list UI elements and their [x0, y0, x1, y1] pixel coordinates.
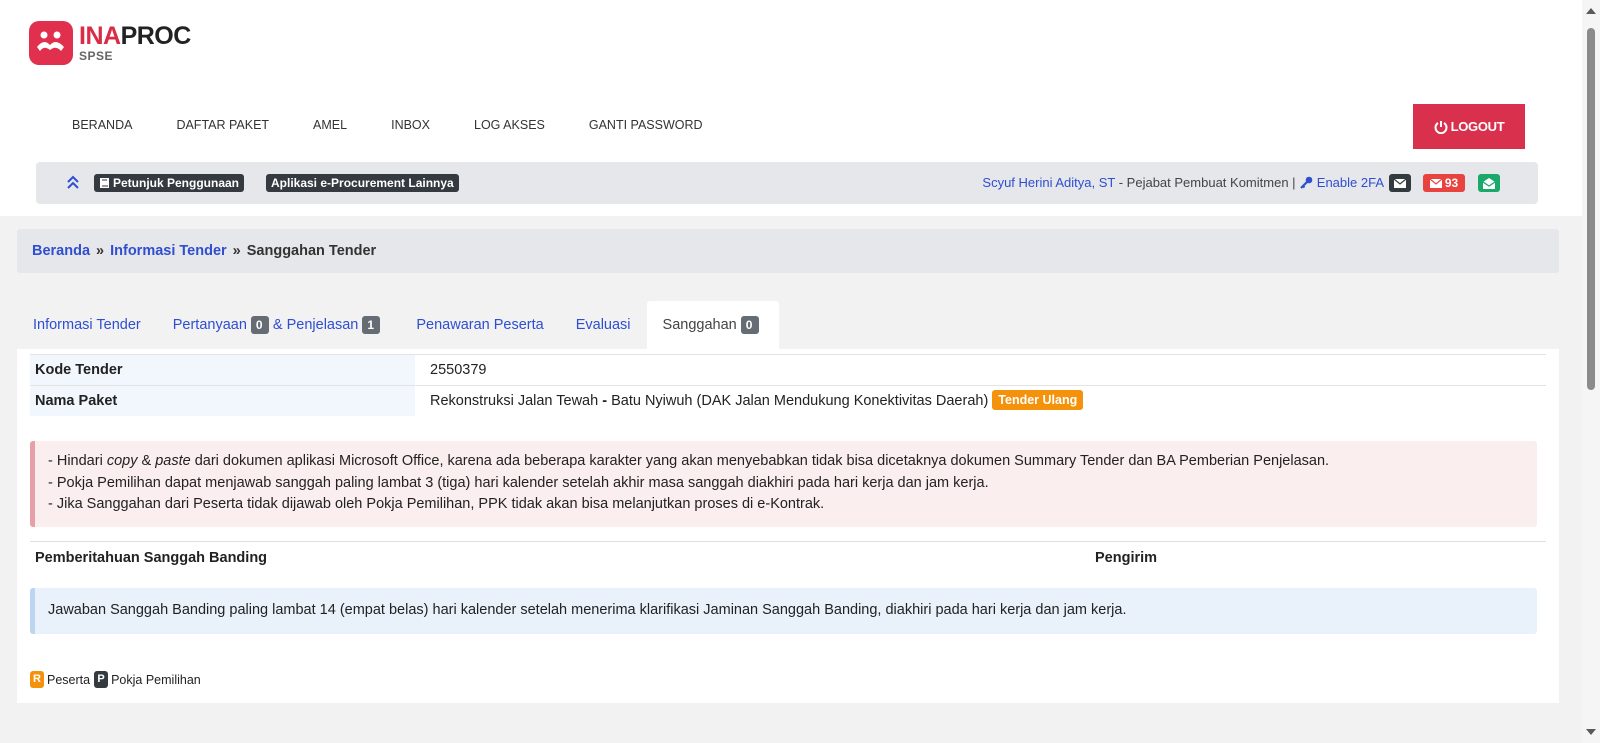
- notice-l1-b: &: [137, 453, 156, 469]
- inbox-count: 93: [1444, 176, 1459, 190]
- enable-2fa-link[interactable]: Enable 2FA: [1299, 175, 1384, 190]
- page-scrollbar[interactable]: [1582, 0, 1600, 743]
- nav-beranda[interactable]: BERANDA: [72, 118, 132, 132]
- logo-mark-icon: [29, 20, 73, 65]
- notice-line-2: - Pokja Pemilihan dapat menjawab sanggah…: [48, 475, 989, 491]
- content-panel: Kode Tender 2550379 Nama Paket Rekonstru…: [17, 349, 1559, 703]
- scroll-down-arrow-icon[interactable]: [1586, 729, 1596, 735]
- logo-ina-text: INA: [79, 21, 121, 50]
- notice-line-3: - Jika Sanggahan dari Peserta tidak dija…: [48, 496, 825, 512]
- notice-l1-copy: copy: [106, 453, 138, 469]
- tab-bar: Informasi Tender Pertanyaan 0 & Penjelasan…: [17, 301, 779, 349]
- breadcrumb-separator: »: [232, 243, 241, 259]
- scroll-up-arrow-icon[interactable]: [1586, 8, 1596, 14]
- tab-sanggahan-label: Sanggahan: [662, 317, 737, 333]
- inbox-count-button[interactable]: 93: [1423, 174, 1465, 192]
- logo-proc-text: PROC: [120, 21, 192, 50]
- legend-r-badge: R: [30, 671, 44, 688]
- tab-penawaran-label: Penawaran Peserta: [416, 317, 544, 333]
- notice-l1-paste: paste: [155, 453, 191, 469]
- tab-informasi-tender[interactable]: Informasi Tender: [17, 301, 157, 349]
- envelope-open-icon: [1483, 177, 1495, 189]
- nav-inbox[interactable]: INBOX: [391, 118, 430, 132]
- col-header-pemberitahuan: Pemberitahuan Sanggah Banding: [35, 550, 268, 566]
- main-nav: BERANDA DAFTAR PAKET AMEL INBOX LOG AKSE…: [50, 118, 725, 132]
- legend-p-badge: P: [94, 671, 109, 688]
- logout-button[interactable]: LOGOUT: [1413, 104, 1525, 149]
- logo-sub-text: SPSE: [79, 48, 114, 63]
- tab-evaluasi-label: Evaluasi: [575, 317, 631, 333]
- pertanyaan-count-badge: 0: [250, 316, 269, 334]
- other-apps-button[interactable]: Aplikasi e-Procurement Lainnya: [266, 174, 459, 192]
- tab-sanggahan[interactable]: Sanggahan 0: [646, 301, 779, 349]
- nama-paket-b: Batu Nyiwuh (DAK Jalan Mendukung Konekti…: [607, 393, 989, 409]
- col-header-pengirim: Pengirim: [1095, 550, 1158, 566]
- banding-info-text: Jawaban Sanggah Banding paling lambat 14…: [48, 602, 1127, 618]
- info-row-nama: Nama Paket Rekonstruksi Jalan Tewah - Ba…: [30, 385, 1546, 416]
- key-icon: [1300, 176, 1313, 189]
- tab-penawaran-peserta[interactable]: Penawaran Peserta: [400, 301, 559, 349]
- message-button[interactable]: [1389, 174, 1411, 192]
- sanggahan-count-badge: 0: [740, 316, 759, 334]
- logout-label: LOGOUT: [1450, 119, 1505, 134]
- notice-l1-c: dari dokumen aplikasi Microsoft Office, …: [190, 453, 1330, 469]
- power-icon: [1434, 120, 1448, 134]
- table-divider: [30, 541, 1546, 542]
- legend-p-label: Pokja Pemilihan: [111, 672, 201, 687]
- warning-notice: - Hindari copy & paste dari dokumen apli…: [30, 441, 1537, 527]
- legend: R Peserta P Pokja Pemilihan: [30, 671, 201, 688]
- guide-button[interactable]: Petunjuk Penggunaan: [94, 174, 245, 192]
- envelope-icon: [1394, 178, 1406, 188]
- chevron-double-up-icon[interactable]: [66, 174, 80, 190]
- breadcrumb-beranda[interactable]: Beranda: [32, 243, 90, 259]
- nav-ganti-password[interactable]: GANTI PASSWORD: [589, 118, 703, 132]
- tab-informasi-label: Informasi Tender: [33, 317, 141, 333]
- enable-2fa-label: Enable 2FA: [1316, 175, 1384, 190]
- open-mail-button[interactable]: [1478, 174, 1500, 192]
- tab-evaluasi[interactable]: Evaluasi: [560, 301, 647, 349]
- nama-paket-a: Rekonstruksi Jalan Tewah: [430, 393, 603, 409]
- notice-line-1: - Hindari copy & paste dari dokumen apli…: [48, 453, 1329, 469]
- nav-daftar-paket[interactable]: DAFTAR PAKET: [176, 118, 269, 132]
- nav-amel[interactable]: AMEL: [313, 118, 347, 132]
- book-icon: [100, 178, 109, 188]
- inaproc-logo[interactable]: INAPROC SPSE: [29, 20, 191, 65]
- user-name-link[interactable]: Scyuf Herini Aditya, ST: [982, 175, 1115, 190]
- nama-paket-label: Nama Paket: [30, 386, 415, 416]
- breadcrumb-informasi-tender[interactable]: Informasi Tender: [110, 243, 227, 259]
- penjelasan-count-badge: 1: [362, 316, 381, 334]
- user-role: - Pejabat Pembuat Komitmen |: [1115, 175, 1300, 190]
- notice-l1-a: - Hindari: [48, 453, 107, 469]
- other-apps-label: Aplikasi e-Procurement Lainnya: [271, 176, 454, 190]
- nama-paket-value: Rekonstruksi Jalan Tewah - Batu Nyiwuh (…: [430, 386, 1084, 416]
- user-area: Scyuf Herini Aditya, ST - Pejabat Pembua…: [982, 174, 1384, 192]
- scroll-thumb[interactable]: [1587, 28, 1595, 390]
- guide-label: Petunjuk Penggunaan: [113, 176, 240, 190]
- nav-log-akses[interactable]: LOG AKSES: [474, 118, 545, 132]
- info-bar: Petunjuk Penggunaan Aplikasi e-Procureme…: [36, 162, 1538, 204]
- tab-penjelasan-label: & Penjelasan: [272, 317, 359, 333]
- tender-ulang-badge: Tender Ulang: [992, 390, 1084, 410]
- banding-info-notice: Jawaban Sanggah Banding paling lambat 14…: [30, 588, 1537, 634]
- info-row-kode: Kode Tender 2550379: [30, 354, 1546, 385]
- tab-pertanyaan-label: Pertanyaan: [172, 317, 247, 333]
- kode-tender-value: 2550379: [430, 362, 487, 378]
- breadcrumb: Beranda » Informasi Tender » Sanggahan T…: [17, 229, 1559, 273]
- breadcrumb-separator: »: [96, 243, 105, 259]
- legend-r-label: Peserta: [47, 672, 91, 687]
- envelope-icon: [1429, 178, 1442, 188]
- breadcrumb-current: Sanggahan Tender: [246, 243, 377, 259]
- tab-pertanyaan-penjelasan[interactable]: Pertanyaan 0 & Penjelasan 1: [157, 301, 401, 349]
- kode-tender-label: Kode Tender: [30, 355, 415, 385]
